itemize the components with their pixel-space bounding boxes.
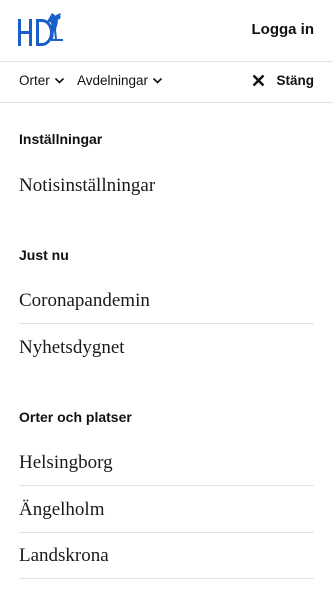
departments-dropdown-label: Avdelningar [77,73,149,88]
close-menu-button[interactable]: Stäng [252,73,314,88]
close-icon [253,74,265,87]
site-header: Logga in [0,0,333,62]
close-menu-label: Stäng [276,73,314,88]
section-title-just-now: Just nu [19,247,69,263]
places-dropdown-label: Orter [19,73,50,88]
menu-link-nyhetsdygnet[interactable]: Nyhetsdygnet [19,325,314,371]
menu-link-helsingborg[interactable]: Helsingborg [19,440,314,486]
nav-bar: Orter Avdelningar Stäng [0,62,333,103]
menu-link-angelholm[interactable]: Ängelholm [19,487,314,533]
menu-link-coronapandemin[interactable]: Coronapandemin [19,278,314,324]
section-title-settings: Inställningar [19,131,103,147]
places-dropdown[interactable]: Orter [19,73,65,88]
login-button[interactable]: Logga in [252,21,315,38]
chevron-down-icon [54,77,64,84]
chevron-down-icon [152,77,163,84]
departments-dropdown[interactable]: Avdelningar [77,73,163,88]
hd-logo[interactable] [18,11,64,51]
menu-link-landskrona[interactable]: Landskrona [19,533,314,579]
section-title-places: Orter och platser [19,409,132,425]
menu-link-notification-settings[interactable]: Notisinställningar [19,163,314,209]
